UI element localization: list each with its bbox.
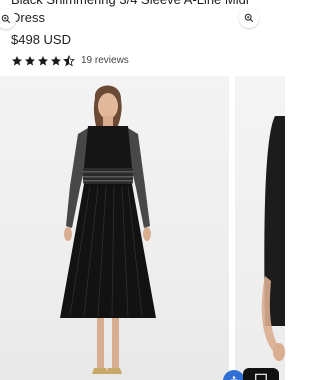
zoom-in-icon bbox=[244, 13, 254, 23]
star-half-icon bbox=[63, 55, 75, 67]
zoom-button-next[interactable] bbox=[239, 8, 259, 28]
product-title-line-1: Black Shimmering 3/4 Sleeve A-Line Midi bbox=[11, 0, 273, 9]
star-full-icon bbox=[38, 56, 48, 66]
product-gallery[interactable] bbox=[0, 76, 285, 380]
chat-icon bbox=[255, 373, 267, 380]
product-image-next[interactable] bbox=[235, 76, 285, 380]
star-full-icon bbox=[12, 56, 22, 66]
chat-button[interactable] bbox=[243, 368, 279, 380]
product-price: $498 USD bbox=[11, 32, 71, 47]
rating-row[interactable]: 19 reviews bbox=[11, 54, 129, 68]
product-photo-partial bbox=[261, 116, 285, 361]
star-rating bbox=[11, 55, 76, 67]
star-full-icon bbox=[51, 56, 61, 66]
product-title: Black Shimmering 3/4 Sleeve A-Line Midi … bbox=[11, 0, 273, 27]
reviews-link[interactable]: 19 reviews bbox=[81, 54, 129, 68]
star-full-icon bbox=[25, 56, 35, 66]
zoom-in-icon bbox=[1, 14, 11, 24]
product-title-line-2: Dress bbox=[11, 10, 45, 25]
product-image-main[interactable] bbox=[0, 76, 229, 380]
accessibility-icon bbox=[230, 376, 238, 380]
product-photo bbox=[60, 85, 156, 374]
